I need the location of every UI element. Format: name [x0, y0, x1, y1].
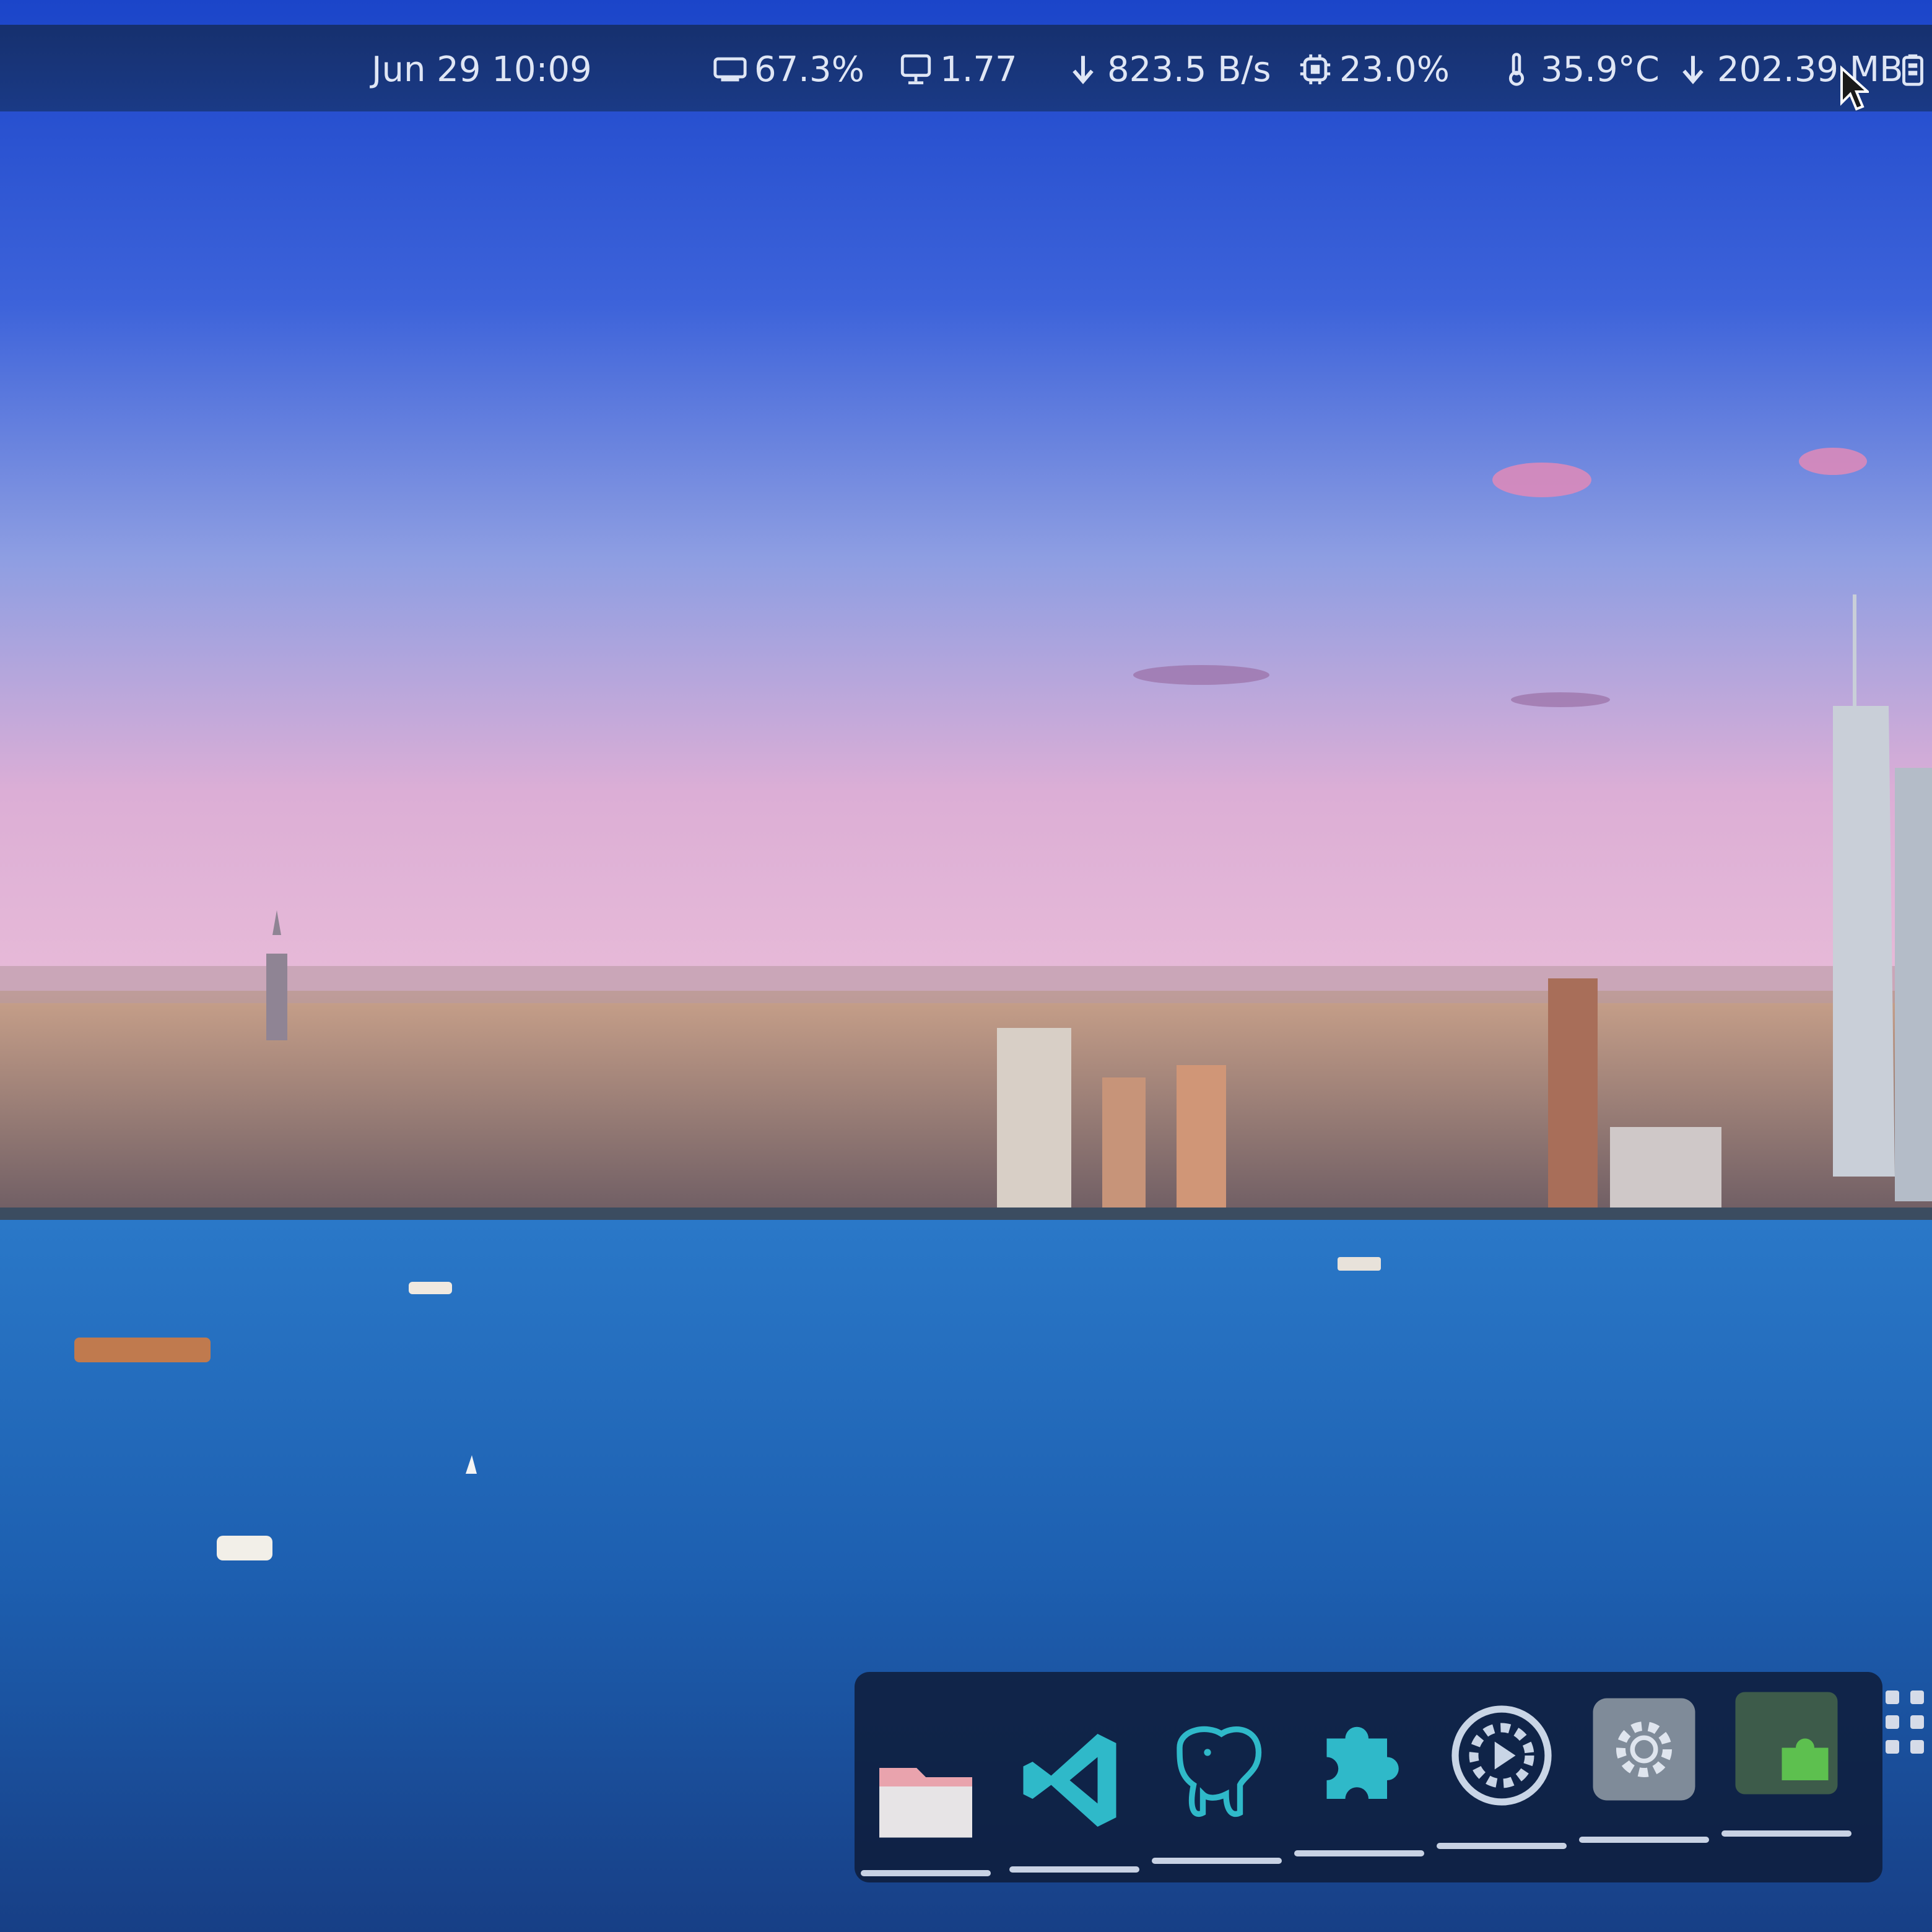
- gear-icon: [1593, 1698, 1695, 1801]
- dock: [855, 1672, 1882, 1882]
- monitor-icon: [900, 54, 931, 85]
- running-indicator: [1437, 1843, 1567, 1849]
- clock[interactable]: Jun 29 10:09: [372, 49, 592, 90]
- dock-app-system-settings[interactable]: [1588, 1694, 1700, 1805]
- load-indicator[interactable]: 1.77: [898, 49, 1017, 90]
- running-indicator: [1294, 1850, 1424, 1856]
- running-indicator: [1009, 1866, 1139, 1873]
- dock-app-settings[interactable]: [1446, 1700, 1557, 1811]
- puzzle-icon: [1735, 1692, 1838, 1795]
- grid-icon[interactable]: [1882, 1684, 1932, 1771]
- mouse-pointer-icon: [1840, 65, 1869, 111]
- memory-chip-icon: [713, 57, 747, 82]
- download-arrow-icon: [1073, 56, 1094, 84]
- cpu-value: 23.0%: [1339, 49, 1450, 90]
- dock-app-extensions[interactable]: [1303, 1706, 1415, 1817]
- download-arrow-icon: [1682, 56, 1704, 84]
- cpu-icon: [1300, 54, 1331, 85]
- temperature-value: 35.9°C: [1541, 49, 1660, 90]
- running-indicator: [861, 1870, 991, 1876]
- dock-app-files[interactable]: [870, 1740, 981, 1852]
- network-indicator[interactable]: 823.5 B/s: [1065, 49, 1271, 90]
- puzzle-icon: [1326, 1726, 1399, 1799]
- dock-app-vscode[interactable]: [1019, 1725, 1130, 1836]
- datetime-label: Jun 29 10:09: [372, 49, 592, 90]
- battery-indicator[interactable]: [1895, 50, 1931, 89]
- disk-value: 202.39 MB: [1717, 49, 1904, 90]
- dock-app-pgadmin[interactable]: [1161, 1715, 1273, 1827]
- load-value: 1.77: [940, 49, 1017, 90]
- top-bar: Jun 29 10:09 67.3% 1.77 823.5 B/s 23.0% …: [0, 25, 1932, 111]
- memory-value: 67.3%: [754, 49, 864, 90]
- running-indicator: [1721, 1830, 1852, 1837]
- memory-indicator[interactable]: 67.3%: [712, 49, 864, 90]
- temperature-indicator[interactable]: 35.9°C: [1499, 49, 1660, 90]
- disk-indicator[interactable]: 202.39 MB: [1675, 49, 1904, 90]
- running-indicator: [1152, 1858, 1282, 1864]
- elephant-icon: [1177, 1726, 1262, 1817]
- dock-app-extension-manager[interactable]: [1731, 1687, 1842, 1799]
- network-value: 823.5 B/s: [1107, 49, 1271, 90]
- cpu-indicator[interactable]: 23.0%: [1297, 49, 1450, 90]
- battery-icon: [1902, 54, 1923, 86]
- running-indicator: [1579, 1837, 1709, 1843]
- gear-icon: [1451, 1705, 1552, 1806]
- thermometer-icon: [1508, 53, 1525, 86]
- folder-icon: [879, 1768, 972, 1838]
- desktop-wallpaper: [0, 0, 1932, 1932]
- vscode-icon: [1023, 1734, 1116, 1827]
